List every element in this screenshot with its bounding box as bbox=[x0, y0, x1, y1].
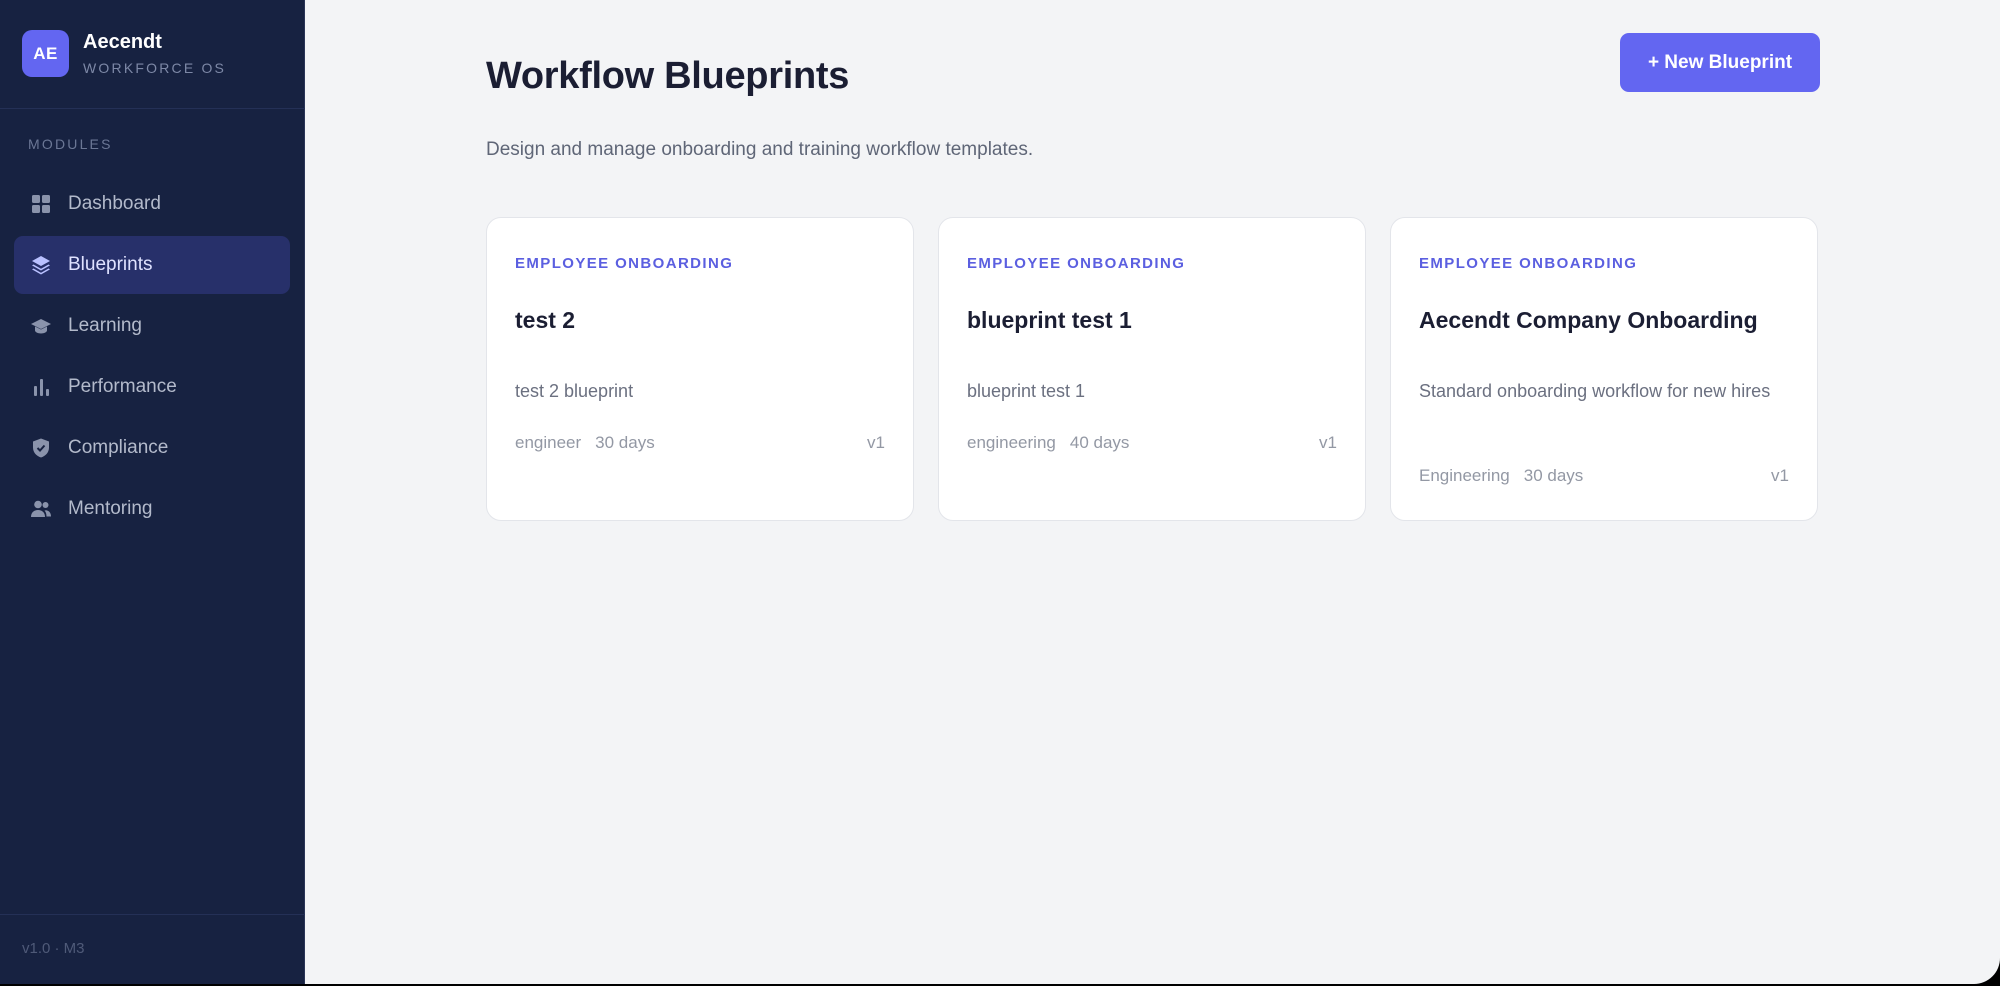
sidebar-divider bbox=[0, 108, 305, 109]
users-icon bbox=[30, 498, 52, 520]
shield-icon bbox=[30, 437, 52, 459]
sidebar-item-mentoring[interactable]: Mentoring bbox=[14, 480, 290, 538]
sidebar-item-performance[interactable]: Performance bbox=[14, 358, 290, 416]
card-description: test 2 blueprint bbox=[515, 381, 634, 401]
card-category: EMPLOYEE ONBOARDING bbox=[515, 255, 734, 272]
sidebar-item-label: Dashboard bbox=[68, 193, 161, 214]
card-meta: engineering 40 days v1 bbox=[967, 433, 1337, 453]
card-duration: 30 days bbox=[595, 433, 655, 452]
app-window: AE Aecendt WORKFORCE OS MODULES Dashboar… bbox=[0, 0, 2000, 984]
graduation-cap-icon bbox=[30, 315, 52, 337]
brand-logo: AE bbox=[22, 30, 69, 77]
card-department: engineer bbox=[515, 433, 582, 452]
sidebar-item-dashboard[interactable]: Dashboard bbox=[14, 175, 290, 233]
blueprint-card[interactable]: EMPLOYEE ONBOARDING blueprint test 1 blu… bbox=[938, 217, 1366, 521]
card-description: Standard onboarding workflow for new hir… bbox=[1419, 381, 1771, 401]
card-duration: 30 days bbox=[1523, 466, 1584, 485]
sidebar-item-label: Blueprints bbox=[68, 254, 153, 275]
bar-chart-icon bbox=[30, 376, 52, 398]
card-version: v1 bbox=[1319, 433, 1337, 452]
brand-subtitle: WORKFORCE OS bbox=[83, 60, 227, 76]
card-duration: 40 days bbox=[1069, 433, 1130, 452]
sidebar: AE Aecendt WORKFORCE OS MODULES Dashboar… bbox=[0, 0, 305, 984]
main-content: Workflow Blueprints Design and manage on… bbox=[305, 0, 2000, 984]
app-version: v1.0 · M3 bbox=[22, 940, 85, 957]
card-category: EMPLOYEE ONBOARDING bbox=[1419, 255, 1638, 272]
new-blueprint-button[interactable]: + New Blueprint bbox=[1620, 33, 1820, 92]
sidebar-item-label: Compliance bbox=[68, 437, 169, 458]
page-subtitle: Design and manage onboarding and trainin… bbox=[486, 139, 1034, 160]
sidebar-footer-divider bbox=[0, 914, 305, 915]
sidebar-item-compliance[interactable]: Compliance bbox=[14, 419, 290, 477]
sidebar-nav: Dashboard Blueprints Learning Performanc… bbox=[14, 175, 290, 541]
card-department: Engineering bbox=[1419, 466, 1510, 485]
brand[interactable]: AE Aecendt WORKFORCE OS bbox=[22, 30, 226, 79]
modules-section-label: MODULES bbox=[28, 136, 113, 152]
card-title: blueprint test 1 bbox=[967, 307, 1132, 333]
brand-name: Aecendt bbox=[83, 31, 162, 53]
page-title: Workflow Blueprints bbox=[486, 55, 850, 97]
brand-text: Aecendt WORKFORCE OS bbox=[83, 27, 226, 79]
grid-icon bbox=[30, 193, 52, 215]
card-version: v1 bbox=[867, 433, 885, 452]
sidebar-item-blueprints[interactable]: Blueprints bbox=[14, 236, 290, 294]
card-meta: engineer 30 days v1 bbox=[515, 433, 885, 453]
blueprint-cards: EMPLOYEE ONBOARDING test 2 test 2 bluepr… bbox=[486, 217, 1818, 521]
card-version: v1 bbox=[1771, 466, 1789, 485]
sidebar-item-label: Mentoring bbox=[68, 498, 153, 519]
sidebar-item-label: Performance bbox=[68, 376, 177, 397]
blueprint-card[interactable]: EMPLOYEE ONBOARDING test 2 test 2 bluepr… bbox=[486, 217, 914, 521]
card-meta: Engineering 30 days v1 bbox=[1419, 466, 1789, 486]
card-title: test 2 bbox=[515, 307, 576, 333]
card-department: engineering bbox=[967, 433, 1056, 452]
blueprint-card[interactable]: EMPLOYEE ONBOARDING Aecendt Company Onbo… bbox=[1390, 217, 1818, 521]
sidebar-item-learning[interactable]: Learning bbox=[14, 297, 290, 355]
layers-icon bbox=[30, 254, 52, 276]
card-category: EMPLOYEE ONBOARDING bbox=[967, 255, 1186, 272]
card-description: blueprint test 1 bbox=[967, 381, 1086, 401]
sidebar-item-label: Learning bbox=[68, 315, 142, 336]
card-title: Aecendt Company Onboarding bbox=[1419, 307, 1758, 333]
